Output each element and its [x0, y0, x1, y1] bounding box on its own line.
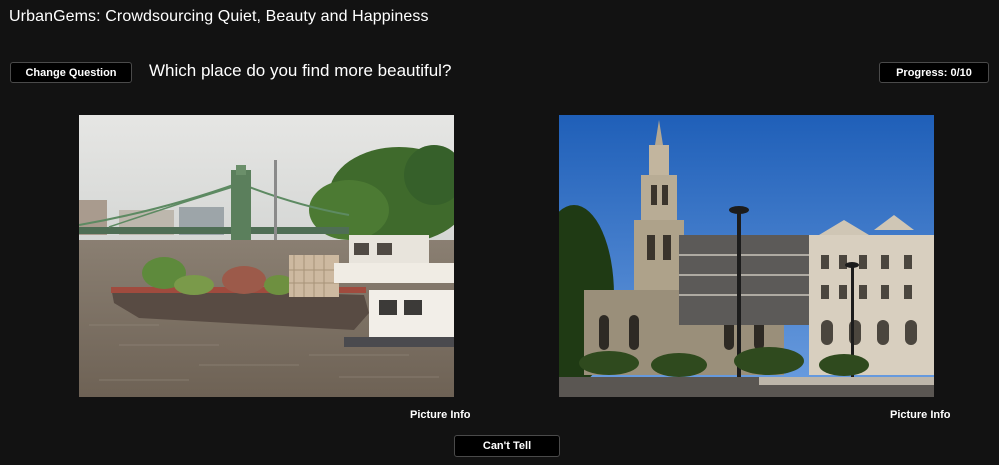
right-photo-option[interactable]: [559, 115, 934, 397]
page-title: UrbanGems: Crowdsourcing Quiet, Beauty a…: [9, 8, 429, 25]
church-spire-photo: [559, 115, 934, 397]
right-picture-info-link[interactable]: Picture Info: [890, 409, 951, 421]
left-picture-info-link[interactable]: Picture Info: [410, 409, 471, 421]
progress-indicator: Progress: 0/10: [879, 62, 989, 83]
cant-tell-button[interactable]: Can't Tell: [454, 435, 560, 457]
question-text: Which place do you find more beautiful?: [149, 61, 452, 80]
change-question-button[interactable]: Change Question: [10, 62, 132, 83]
houseboat-river-photo: [79, 115, 454, 397]
left-photo-option[interactable]: [79, 115, 454, 397]
